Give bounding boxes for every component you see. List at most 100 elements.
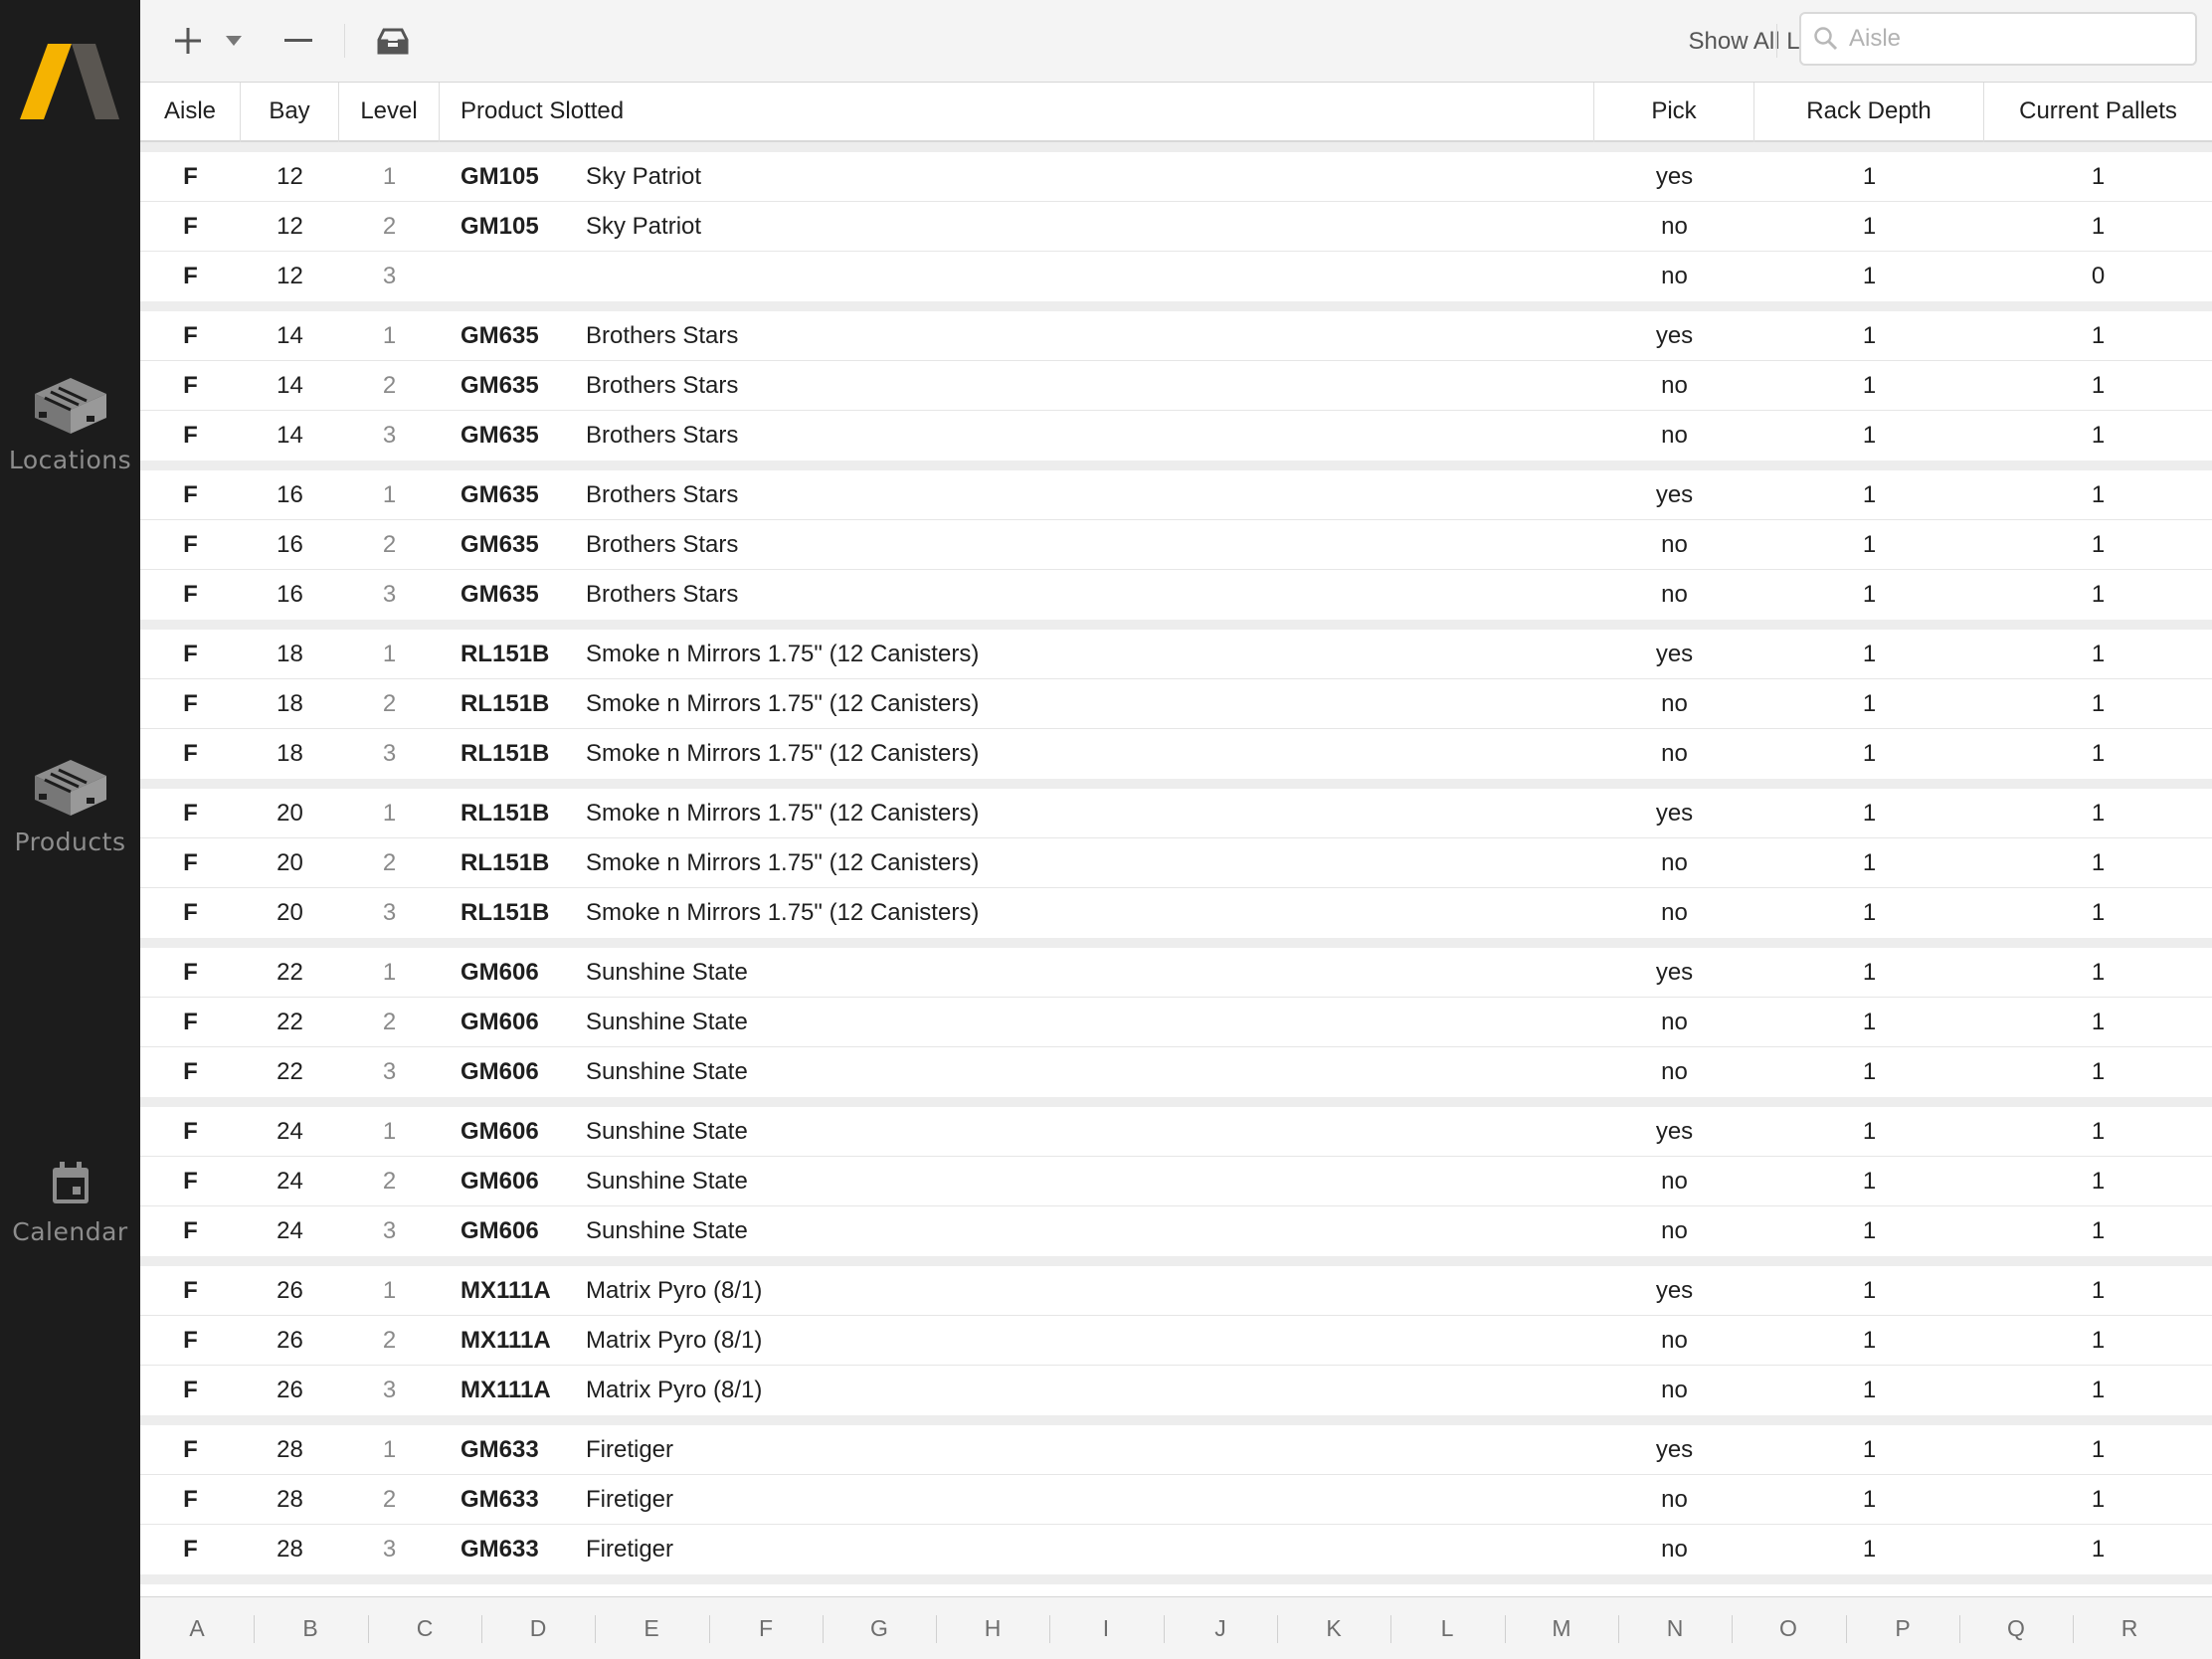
sidebar-item-products[interactable]: Products <box>0 758 140 856</box>
product-code-cell: RL151B <box>461 641 550 667</box>
table-row[interactable]: F 20 2 RL151B Smoke n Mirrors 1.75" (12 Cani… <box>140 838 2212 888</box>
rack-depth-cell: 1 <box>1862 322 1877 349</box>
table-row[interactable]: F 18 3 RL151B Smoke n Mirrors 1.75" (12 Cani… <box>140 729 2212 779</box>
table-row[interactable]: F 12 3 no 1 0 <box>140 252 2212 301</box>
search-box[interactable] <box>1799 12 2197 66</box>
index-letter-l[interactable]: L <box>1390 1597 1504 1659</box>
bay-group: F 20 1 RL151B Smoke n Mirrors 1.75" (12 Cani… <box>140 779 2212 938</box>
table-row[interactable]: F 26 2 MX111A Matrix Pyro (8/1) no 1 1 <box>140 1316 2212 1366</box>
table-row[interactable]: F 18 2 RL151B Smoke n Mirrors 1.75" (12 Cani… <box>140 679 2212 729</box>
index-letter-q[interactable]: Q <box>1959 1597 2073 1659</box>
level-cell: 3 <box>382 263 397 289</box>
index-letter-b[interactable]: B <box>254 1597 367 1659</box>
table-row[interactable]: F 14 2 GM635 Brothers Stars no 1 1 <box>140 361 2212 411</box>
index-divider <box>1732 1615 1733 1643</box>
sidebar-item-calendar[interactable]: Calendar <box>0 1162 140 1246</box>
locations-table: F 12 1 GM105 Sky Patriot yes 1 1 F 12 2 GM105 Sky Pa… <box>140 142 2212 1596</box>
app-logo <box>20 44 119 119</box>
rack-depth-cell: 1 <box>1862 1327 1877 1354</box>
index-letter-f[interactable]: F <box>709 1597 823 1659</box>
product-name-cell: Smoke n Mirrors 1.75" (12 Canisters) <box>586 690 980 717</box>
column-header-level[interactable]: Level <box>339 83 440 142</box>
table-row[interactable]: F 28 2 GM633 Firetiger no 1 1 <box>140 1475 2212 1525</box>
current-pallets-cell: 0 <box>1984 1584 2212 1596</box>
table-row[interactable]: F 28 3 GM633 Firetiger no 1 1 <box>140 1525 2212 1574</box>
index-letter-i[interactable]: I <box>1049 1597 1163 1659</box>
add-button[interactable] <box>168 18 208 64</box>
index-letter-j[interactable]: J <box>1164 1597 1277 1659</box>
column-header-product-slotted[interactable]: Product Slotted <box>440 83 1594 142</box>
bay-cell: 14 <box>276 372 303 399</box>
table-row[interactable]: F 14 1 GM635 Brothers Stars yes 1 1 <box>140 311 2212 361</box>
product-code-cell: GM606 <box>461 1009 539 1035</box>
index-letter-k[interactable]: K <box>1277 1597 1390 1659</box>
level-cell: 3 <box>382 581 397 608</box>
table-row[interactable]: F 26 1 MX111A Matrix Pyro (8/1) yes 1 1 <box>140 1266 2212 1316</box>
table-row[interactable]: F 22 1 GM606 Sunshine State yes 1 1 <box>140 948 2212 998</box>
table-row[interactable]: F 14 3 GM635 Brothers Stars no 1 1 <box>140 411 2212 461</box>
index-letter-h[interactable]: H <box>936 1597 1049 1659</box>
product-code-cell: RL151B <box>461 899 550 926</box>
index-letter-g[interactable]: G <box>823 1597 936 1659</box>
bay-cell: 24 <box>276 1118 303 1145</box>
index-divider <box>1846 1615 1847 1643</box>
column-header-bay[interactable]: Bay <box>241 83 339 142</box>
rack-depth-cell: 1 <box>1862 1536 1877 1563</box>
search-input[interactable] <box>1849 22 2187 56</box>
current-pallets-cell: 1 <box>2091 322 2106 349</box>
remove-button[interactable] <box>277 18 319 64</box>
table-row[interactable]: F 24 2 GM606 Sunshine State no 1 1 <box>140 1157 2212 1206</box>
aisle-cell: F <box>183 1217 198 1244</box>
column-header-pick[interactable]: Pick <box>1594 83 1754 142</box>
bay-group: F 16 1 GM635 Brothers Stars yes 1 1 F 16 2 GM635 Bro… <box>140 461 2212 620</box>
product-name-cell: Matrix Pyro (8/1) <box>586 1327 763 1354</box>
table-row[interactable]: F 18 1 RL151B Smoke n Mirrors 1.75" (12 Cani… <box>140 630 2212 679</box>
table-row[interactable]: F 16 2 GM635 Brothers Stars no 1 1 <box>140 520 2212 570</box>
index-letter-e[interactable]: E <box>595 1597 708 1659</box>
inbox-icon <box>377 28 409 55</box>
column-header-aisle[interactable]: Aisle <box>140 83 241 142</box>
product-name-cell: Smoke n Mirrors 1.75" (12 Canisters) <box>586 849 980 876</box>
rack-depth-cell: 1 <box>1862 1009 1877 1035</box>
index-letter-r[interactable]: R <box>2073 1597 2186 1659</box>
current-pallets-cell: 1 <box>2091 1217 2106 1244</box>
table-row[interactable]: F 28 1 GM633 Firetiger yes 1 1 <box>140 1425 2212 1475</box>
rack-depth-cell: 1 <box>1862 581 1877 608</box>
index-letter-d[interactable]: D <box>481 1597 595 1659</box>
table-row[interactable]: F 26 3 MX111A Matrix Pyro (8/1) no 1 1 <box>140 1366 2212 1415</box>
bay-group: F 14 1 GM635 Brothers Stars yes 1 1 F 14 2 GM635 Bro… <box>140 301 2212 461</box>
table-row[interactable]: F 16 1 GM635 Brothers Stars yes 1 1 <box>140 470 2212 520</box>
bay-cell: 18 <box>276 641 303 667</box>
sidebar-item-locations[interactable]: Locations <box>0 376 140 474</box>
table-row[interactable]: F 12 2 GM105 Sky Patriot no 1 1 <box>140 202 2212 252</box>
column-header-current-pallets[interactable]: Current Pallets <box>1984 83 2212 142</box>
current-pallets-cell: 1 <box>2091 1118 2106 1145</box>
aisle-cell: F <box>183 1009 198 1035</box>
index-letter-o[interactable]: O <box>1732 1597 1845 1659</box>
pick-cell: yes <box>1655 322 1694 349</box>
table-row[interactable]: F 12 1 GM105 Sky Patriot yes 1 1 <box>140 152 2212 202</box>
index-letter-n[interactable]: N <box>1618 1597 1732 1659</box>
index-letter-m[interactable]: M <box>1505 1597 1618 1659</box>
product-code-cell: MX111A <box>461 1377 551 1403</box>
index-letter-a[interactable]: A <box>140 1597 254 1659</box>
table-row[interactable]: F 24 3 GM606 Sunshine State no 1 1 <box>140 1206 2212 1256</box>
table-row[interactable]: F 22 2 GM606 Sunshine State no 1 1 <box>140 998 2212 1047</box>
index-letter-p[interactable]: P <box>1846 1597 1959 1659</box>
current-pallets-cell: 1 <box>2091 800 2106 827</box>
table-row[interactable]: F 20 1 RL151B Smoke n Mirrors 1.75" (12 Cani… <box>140 789 2212 838</box>
current-pallets-cell: 1 <box>2091 1009 2106 1035</box>
column-header-rack-depth[interactable]: Rack Depth <box>1754 83 1984 142</box>
product-code-cell: RL151B <box>461 800 550 827</box>
table-row[interactable]: F 24 1 GM606 Sunshine State yes 1 1 <box>140 1107 2212 1157</box>
product-code-cell: GM635 <box>461 531 539 558</box>
table-row[interactable]: F301yes10 <box>140 1584 2212 1596</box>
table-row[interactable]: F 20 3 RL151B Smoke n Mirrors 1.75" (12 Cani… <box>140 888 2212 938</box>
table-row[interactable]: F 22 3 GM606 Sunshine State no 1 1 <box>140 1047 2212 1097</box>
table-row[interactable]: F 16 3 GM635 Brothers Stars no 1 1 <box>140 570 2212 620</box>
bay-cell: 28 <box>276 1486 303 1513</box>
inbox-button[interactable] <box>369 18 417 64</box>
add-dropdown-button[interactable] <box>222 18 246 64</box>
product-name-cell: Brothers Stars <box>586 531 739 558</box>
index-letter-c[interactable]: C <box>368 1597 481 1659</box>
